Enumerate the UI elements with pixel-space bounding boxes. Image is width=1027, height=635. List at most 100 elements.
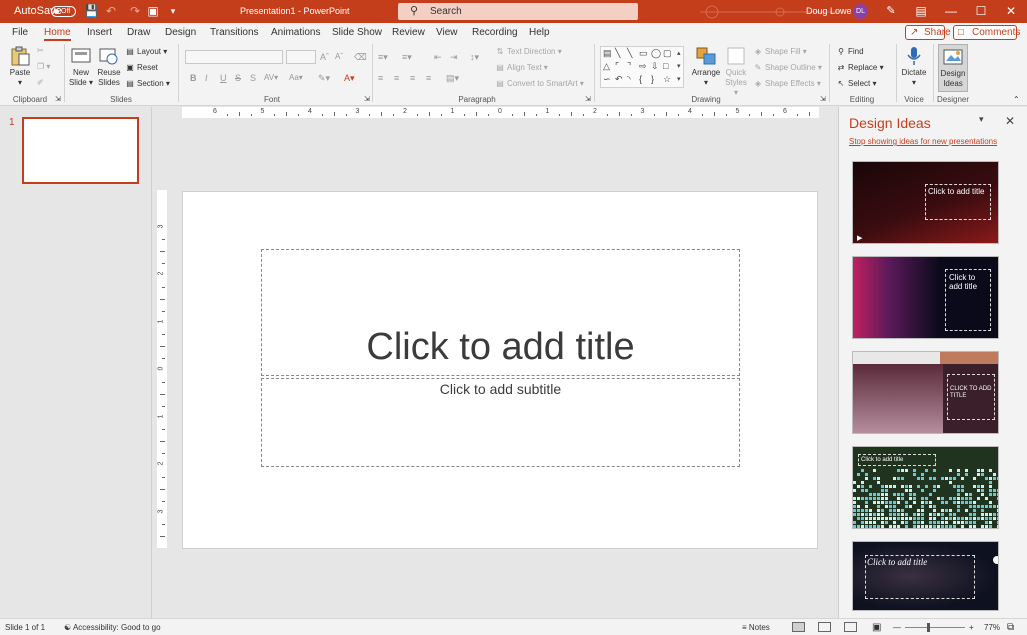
fit-to-window-icon[interactable]: ⧉ bbox=[1007, 619, 1014, 635]
connector-shape-icon[interactable]: ⌜ bbox=[615, 61, 619, 72]
arrow-right-shape-icon[interactable]: ⇨ bbox=[639, 61, 647, 72]
rectangle-shape-icon[interactable]: ▭ bbox=[639, 48, 648, 59]
pane-options-icon[interactable]: ▾ bbox=[979, 114, 984, 125]
autosave-toggle[interactable]: Off bbox=[51, 6, 76, 17]
select-button[interactable]: ↖ Select ▾ bbox=[836, 78, 877, 90]
bullets-icon[interactable]: ≡▾ bbox=[378, 51, 388, 63]
star-shape-icon[interactable]: ☆ bbox=[663, 74, 671, 85]
curve-shape-icon[interactable]: ∽ bbox=[603, 74, 611, 85]
tab-file[interactable]: File bbox=[12, 23, 28, 42]
drawing-launcher-icon[interactable]: ⇲ bbox=[820, 94, 826, 106]
text-shadow-icon[interactable]: S bbox=[250, 72, 256, 84]
font-name-combo[interactable] bbox=[185, 50, 283, 64]
connector-shape-icon[interactable]: ⌝ bbox=[627, 61, 631, 72]
title-placeholder[interactable]: Click to add title bbox=[261, 249, 740, 376]
tab-review[interactable]: Review bbox=[392, 23, 425, 42]
minimize-icon[interactable]: — bbox=[936, 0, 966, 23]
underline-button[interactable]: U bbox=[220, 72, 227, 84]
font-color-icon[interactable]: A▾ bbox=[344, 72, 355, 84]
font-launcher-icon[interactable]: ⇲ bbox=[364, 94, 370, 106]
paste-button[interactable]: Paste ▾ bbox=[6, 46, 34, 88]
reset-button[interactable]: ▣ Reset bbox=[125, 62, 158, 74]
line-spacing-icon[interactable]: ↕▾ bbox=[470, 51, 479, 63]
tab-insert[interactable]: Insert bbox=[87, 23, 112, 42]
quick-styles-button[interactable]: Quick Styles ▾ bbox=[722, 46, 750, 98]
design-ideas-button[interactable]: Design Ideas bbox=[938, 44, 968, 92]
italic-button[interactable]: I bbox=[205, 72, 208, 84]
callout-shape-icon[interactable]: □ bbox=[663, 61, 668, 72]
design-idea-3[interactable]: CLICK TO ADD TITLE bbox=[852, 351, 999, 434]
line-shape-icon[interactable]: ╲ bbox=[615, 48, 620, 59]
clipboard-launcher-icon[interactable]: ⇲ bbox=[55, 94, 61, 106]
pen-icon[interactable]: ✎ bbox=[876, 0, 906, 23]
new-slide-button[interactable]: New Slide ▾ bbox=[68, 46, 94, 88]
gallery-more-icon[interactable]: ▾ bbox=[677, 74, 681, 85]
zoom-out-icon[interactable]: — bbox=[893, 619, 901, 635]
notes-button[interactable]: ≡ Notes bbox=[742, 619, 770, 635]
strikethrough-button[interactable]: S bbox=[235, 72, 241, 84]
accessibility-status[interactable]: ☯ Accessibility: Good to go bbox=[64, 619, 161, 635]
replace-button[interactable]: ⇄ Replace ▾ bbox=[836, 62, 884, 74]
tab-view[interactable]: View bbox=[436, 23, 458, 42]
justify-icon[interactable]: ≡ bbox=[426, 72, 431, 84]
slide-thumbnail[interactable] bbox=[22, 117, 139, 184]
pane-close-icon[interactable]: ✕ bbox=[1005, 114, 1015, 128]
columns-icon[interactable]: ▤▾ bbox=[446, 72, 459, 84]
shape-effects-button[interactable]: ◈ Shape Effects ▾ bbox=[753, 78, 821, 90]
normal-view-icon[interactable] bbox=[792, 622, 805, 632]
comments-button[interactable]: □ Comments bbox=[953, 25, 1020, 40]
share-button[interactable]: ↗ Share bbox=[905, 25, 951, 40]
change-case-button[interactable]: Aa▾ bbox=[289, 72, 303, 84]
shapes-gallery[interactable]: ▤ ╲ ╲ ▭ ◯ ▢ △ ⌜ ⌝ ⇨ ⇩ □ ∽ ↶ ◝ { } ☆ ▴ ▾ … bbox=[600, 46, 684, 88]
zoom-slider-thumb[interactable] bbox=[927, 623, 930, 632]
oval-shape-icon[interactable]: ◯ bbox=[651, 48, 661, 59]
layout-button[interactable]: ▤ Layout ▾ bbox=[125, 46, 167, 58]
align-right-icon[interactable]: ≡ bbox=[410, 72, 415, 84]
tab-draw[interactable]: Draw bbox=[127, 23, 150, 42]
shrink-font-button[interactable]: Aˇ bbox=[335, 51, 343, 63]
textbox-shape-icon[interactable]: ▤ bbox=[603, 48, 612, 59]
gallery-scroll-up-icon[interactable]: ▴ bbox=[677, 48, 681, 59]
format-painter-icon[interactable]: ✐ bbox=[37, 77, 44, 89]
design-idea-4[interactable]: Click to add title bbox=[852, 446, 999, 529]
character-spacing-button[interactable]: AV▾ bbox=[264, 72, 278, 84]
highlight-icon[interactable]: ✎▾ bbox=[318, 72, 330, 84]
rounded-rect-shape-icon[interactable]: ▢ bbox=[663, 48, 672, 59]
font-size-combo[interactable] bbox=[286, 50, 316, 64]
tab-home[interactable]: Home bbox=[44, 23, 71, 42]
find-button[interactable]: ⚲ Find bbox=[836, 46, 864, 58]
gallery-scroll-down-icon[interactable]: ▾ bbox=[677, 61, 681, 72]
text-direction-button[interactable]: ⇅ Text Direction ▾ bbox=[495, 46, 562, 58]
design-idea-1[interactable]: Click to add title ▶ bbox=[852, 161, 999, 244]
customize-qat-icon[interactable]: ▾ bbox=[166, 4, 180, 18]
undo-icon[interactable]: ↶ bbox=[104, 4, 118, 18]
close-icon[interactable]: ✕ bbox=[996, 0, 1026, 23]
ribbon-display-icon[interactable]: ▤ bbox=[906, 0, 936, 23]
reuse-slides-button[interactable]: Reuse Slides bbox=[96, 46, 122, 88]
align-left-icon[interactable]: ≡ bbox=[378, 72, 383, 84]
line-shape-icon[interactable]: ╲ bbox=[627, 48, 632, 59]
arc-shape-icon[interactable]: ◝ bbox=[627, 74, 631, 85]
align-text-button[interactable]: ▤ Align Text ▾ bbox=[495, 62, 548, 74]
reading-view-icon[interactable] bbox=[844, 622, 857, 632]
slide-canvas[interactable]: Click to add title Click to add subtitle bbox=[182, 191, 818, 549]
bold-button[interactable]: B bbox=[190, 72, 197, 84]
increase-indent-icon[interactable]: ⇥ bbox=[450, 51, 458, 63]
dictate-button[interactable]: Dictate ▾ bbox=[899, 46, 929, 88]
copy-icon[interactable]: ❐ ▾ bbox=[37, 61, 50, 73]
save-icon[interactable]: 💾 bbox=[84, 4, 99, 18]
brace-shape-icon[interactable]: { bbox=[639, 74, 642, 85]
design-idea-2[interactable]: Click to add title bbox=[852, 256, 999, 339]
stop-showing-ideas-link[interactable]: Stop showing ideas for new presentations bbox=[849, 137, 997, 146]
collapse-ribbon-icon[interactable]: ⌃ bbox=[1013, 94, 1020, 106]
zoom-level[interactable]: 77% bbox=[984, 619, 1000, 635]
numbering-icon[interactable]: ≡▾ bbox=[402, 51, 412, 63]
triangle-shape-icon[interactable]: △ bbox=[603, 61, 610, 72]
convert-smartart-button[interactable]: ▤ Convert to SmartArt ▾ bbox=[495, 78, 584, 90]
search-box[interactable]: ⚲ Search bbox=[398, 3, 638, 20]
present-from-beginning-icon[interactable]: ▣ bbox=[146, 4, 160, 18]
grow-font-button[interactable]: Aˆ bbox=[320, 51, 329, 63]
subtitle-placeholder[interactable]: Click to add subtitle bbox=[261, 378, 740, 467]
zoom-in-icon[interactable]: + bbox=[969, 619, 974, 635]
redo-icon[interactable]: ↷ bbox=[128, 4, 142, 18]
